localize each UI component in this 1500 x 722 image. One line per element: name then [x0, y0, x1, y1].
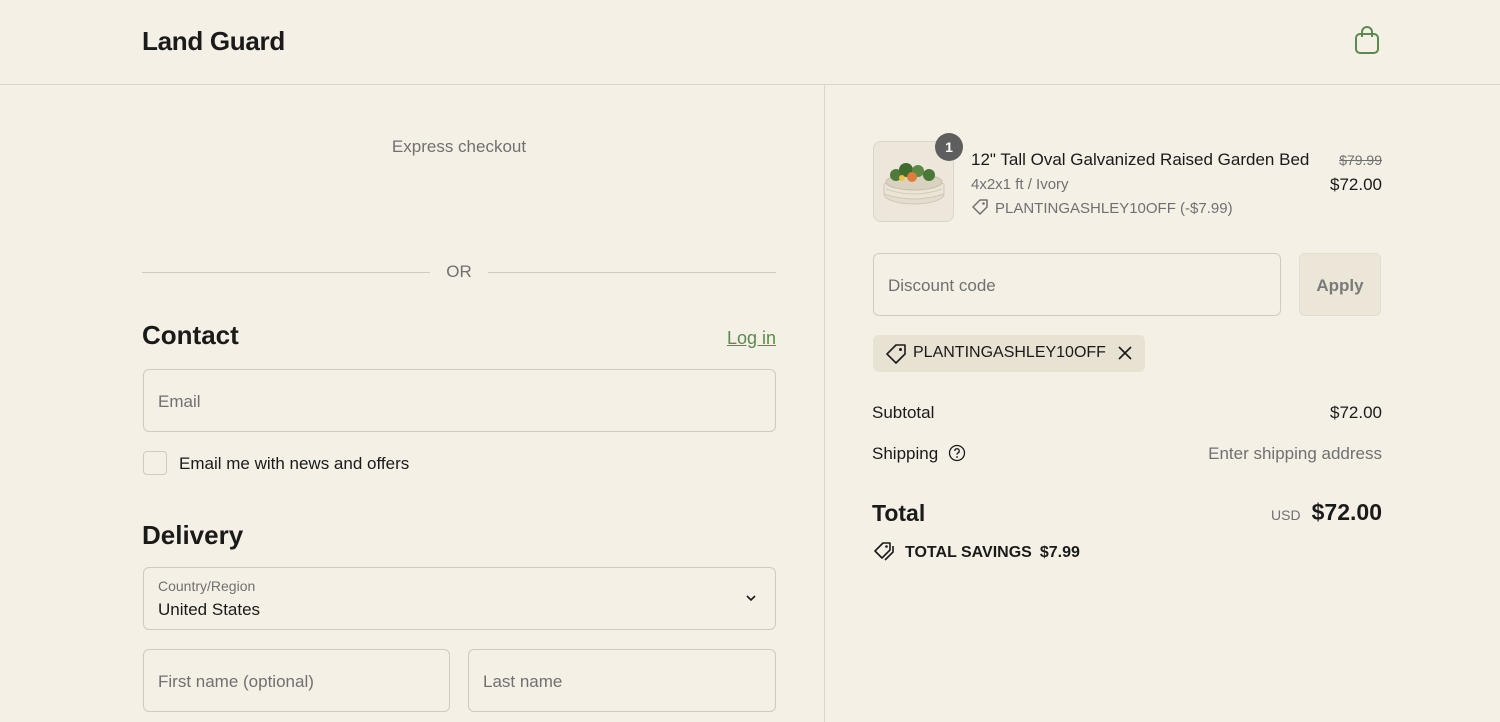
store-logo[interactable]: Land Guard	[142, 26, 285, 57]
last-name-field[interactable]: Last name	[468, 649, 776, 712]
or-divider: OR	[142, 262, 776, 282]
total-label: Total	[872, 500, 926, 526]
close-icon[interactable]	[1117, 345, 1133, 361]
header: Land Guard	[0, 0, 1500, 85]
tag-icon	[886, 344, 906, 364]
column-divider	[824, 85, 825, 722]
email-field[interactable]: Email	[143, 369, 776, 432]
help-icon[interactable]	[948, 444, 966, 462]
savings-tag-icon	[874, 542, 894, 561]
savings-label: TOTAL SAVINGS	[905, 544, 1032, 561]
express-checkout-label: Express checkout	[391, 137, 527, 156]
subtotal-label: Subtotal	[872, 403, 935, 422]
contact-heading: Contact	[142, 320, 239, 350]
first-name-field[interactable]: First name (optional)	[143, 649, 450, 712]
product-variant: 4x2x1 ft / Ivory	[971, 176, 1069, 193]
country-value: United States	[158, 600, 261, 619]
subtotal-value: $72.00	[1330, 403, 1382, 422]
shipping-value: Enter shipping address	[1208, 444, 1382, 463]
item-price: $72.00	[1330, 175, 1382, 194]
applied-code: PLANTINGASHLEY10OFF	[913, 344, 1106, 361]
quantity-badge: 1	[935, 133, 963, 161]
discount-code-placeholder: Discount code	[888, 276, 996, 295]
discount-code-input[interactable]: Discount code	[873, 253, 1281, 316]
newsletter-label: Email me with news and offers	[179, 454, 410, 473]
applied-discount-chip: PLANTINGASHLEY10OFF	[873, 335, 1145, 372]
login-link[interactable]: Log in	[727, 328, 776, 349]
shopping-bag-icon[interactable]	[1353, 25, 1381, 55]
original-price: $79.99	[1339, 152, 1382, 168]
savings-amount: $7.99	[1039, 544, 1080, 561]
country-select[interactable]: Country/Region United States	[143, 567, 776, 630]
apply-button[interactable]: Apply	[1299, 253, 1381, 316]
product-name: 12" Tall Oval Galvanized Raised Garden B…	[971, 150, 1310, 169]
product-discount: PLANTINGASHLEY10OFF (-$7.99)	[971, 198, 1233, 217]
product-discount-text: PLANTINGASHLEY10OFF (-$7.99)	[995, 200, 1233, 217]
country-label: Country/Region	[158, 578, 256, 594]
total-amount: $72.00	[1311, 499, 1382, 525]
first-name-placeholder: First name (optional)	[158, 672, 314, 691]
delivery-heading: Delivery	[142, 520, 244, 550]
email-placeholder: Email	[158, 392, 201, 411]
last-name-placeholder: Last name	[483, 672, 563, 691]
chevron-down-icon	[746, 595, 756, 602]
currency-code: USD	[1271, 507, 1301, 523]
total-savings: TOTAL SAVINGS $7.99	[873, 541, 1080, 562]
shipping-label: Shipping	[872, 444, 939, 463]
newsletter-checkbox[interactable]	[143, 451, 167, 475]
tag-icon	[972, 199, 988, 215]
